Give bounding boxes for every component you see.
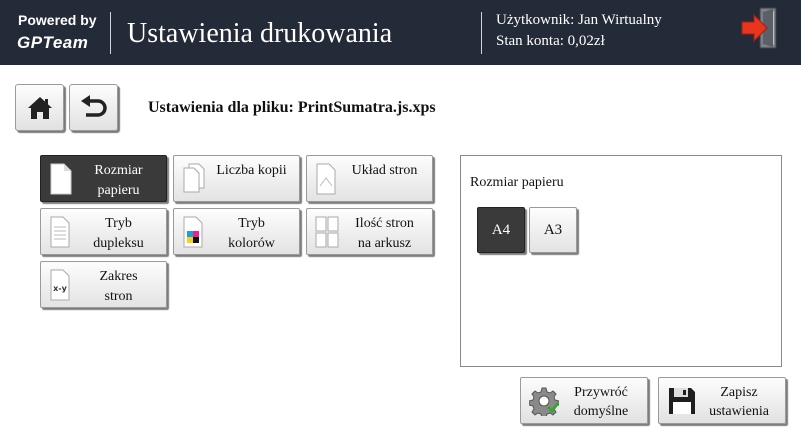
- panel-title: Rozmiar papieru: [470, 175, 564, 190]
- app-header: Powered by GPTeam Ustawienia drukowania …: [0, 0, 801, 65]
- account-balance: Stan konta: 0,02zł: [496, 33, 605, 49]
- header-divider: [481, 12, 482, 54]
- category-paper-size[interactable]: Rozmiar papieru: [40, 155, 167, 202]
- category-page-layout[interactable]: Układ stron: [306, 155, 433, 202]
- page-title: Ustawienia drukowania: [127, 18, 393, 49]
- pages-per-sheet-icon: [315, 216, 339, 248]
- color-mode-icon: [183, 216, 203, 248]
- page-range-icon: x-y: [50, 269, 70, 301]
- duplex-icon: [50, 216, 70, 248]
- category-label: Tryb dupleksu: [93, 216, 144, 251]
- brand-logo: GPTeam: [17, 33, 89, 52]
- copies-icon: [183, 163, 205, 193]
- file-settings-label: Ustawienia dla pliku: PrintSumatra.js.xp…: [148, 99, 436, 116]
- category-label: Ilość stron na arkusz: [355, 216, 414, 251]
- restore-defaults-button[interactable]: Przywróć domyślne: [520, 377, 648, 424]
- powered-by-label: Powered by: [18, 12, 97, 28]
- header-divider: [110, 12, 111, 54]
- options-panel: Rozmiar papieru A4 A3: [460, 155, 782, 367]
- floppy-disk-icon: [669, 388, 695, 414]
- home-button[interactable]: [15, 84, 64, 131]
- save-settings-button[interactable]: Zapisz ustawienia: [658, 377, 786, 424]
- category-label: Tryb kolorów: [228, 216, 275, 251]
- category-label: Rozmiar papieru: [94, 163, 143, 198]
- paper-size-a3-button[interactable]: A3: [529, 207, 577, 253]
- gear-icon: [529, 387, 559, 416]
- paper-size-a4-button[interactable]: A4: [477, 207, 525, 253]
- logout-button[interactable]: [740, 6, 780, 50]
- undo-arrow-icon: [80, 94, 107, 117]
- category-label: Liczba kopii: [216, 163, 287, 178]
- page-layout-icon: [316, 163, 336, 195]
- page-icon: [50, 163, 72, 195]
- category-page-range[interactable]: x-y Zakres stron: [40, 261, 167, 308]
- category-label: Układ stron: [351, 163, 418, 178]
- save-settings-label: Zapisz ustawienia: [709, 385, 769, 419]
- restore-defaults-label: Przywróć domyślne: [573, 385, 629, 419]
- user-name: Użytkownik: Jan Wirtualny: [496, 12, 662, 28]
- back-button[interactable]: [69, 84, 118, 131]
- category-color-mode[interactable]: Tryb kolorów: [173, 208, 300, 255]
- category-copies[interactable]: Liczba kopii: [173, 155, 300, 202]
- svg-text:x-y: x-y: [53, 284, 67, 293]
- exit-door-arrow-icon: [741, 7, 777, 49]
- category-label: Zakres stron: [99, 269, 138, 304]
- category-pages-per-sheet[interactable]: Ilość stron na arkusz: [306, 208, 433, 255]
- category-duplex[interactable]: Tryb dupleksu: [40, 208, 167, 255]
- home-icon: [27, 96, 52, 119]
